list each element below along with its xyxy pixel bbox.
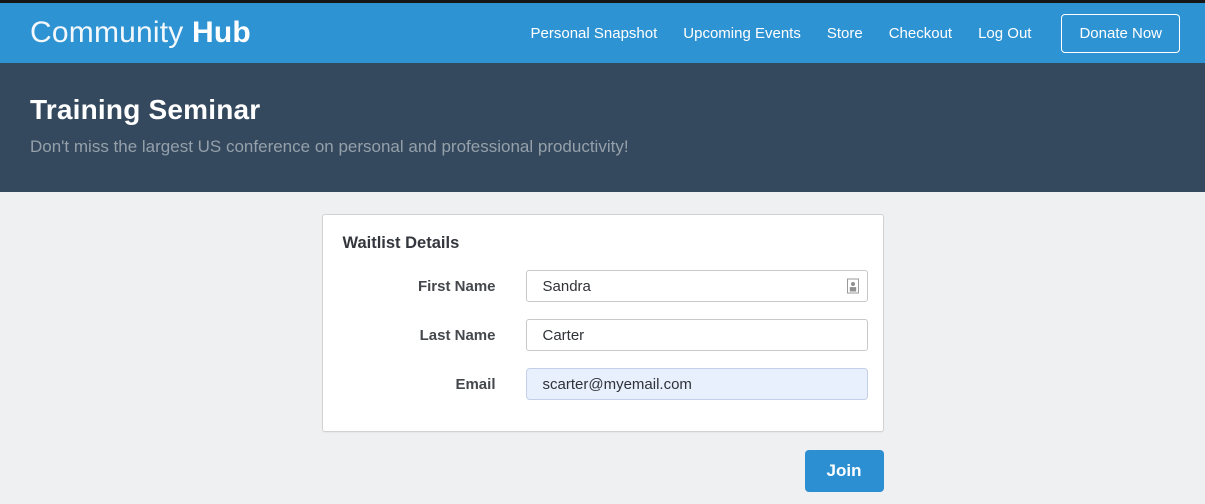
main-content: Waitlist Details First Name Last Name — [0, 192, 1205, 492]
donate-now-button[interactable]: Donate Now — [1061, 14, 1180, 53]
autofill-icon[interactable] — [847, 279, 859, 294]
first-name-label: First Name — [343, 278, 496, 295]
page-title: Training Seminar — [30, 94, 1175, 126]
logo-text-hub: Hub — [192, 16, 251, 49]
form-actions: Join — [322, 450, 884, 492]
nav-checkout[interactable]: Checkout — [889, 25, 952, 42]
form-row-first-name: First Name — [343, 270, 868, 302]
page-subtitle: Don't miss the largest US conference on … — [30, 137, 1175, 157]
card-title: Waitlist Details — [343, 234, 868, 253]
form-row-last-name: Last Name — [343, 319, 868, 351]
email-label: Email — [343, 376, 496, 393]
nav-store[interactable]: Store — [827, 25, 863, 42]
join-button[interactable]: Join — [805, 450, 884, 492]
waitlist-details-card: Waitlist Details First Name Last Name — [322, 214, 884, 432]
hero-banner: Training Seminar Don't miss the largest … — [0, 63, 1205, 192]
app-header: Community Hub Personal Snapshot Upcoming… — [0, 3, 1205, 63]
logo-text-community: Community — [30, 16, 184, 49]
first-name-field[interactable] — [526, 270, 868, 302]
main-nav: Personal Snapshot Upcoming Events Store … — [531, 14, 1180, 53]
app-logo[interactable]: Community Hub — [30, 16, 251, 50]
form-row-email: Email — [343, 368, 868, 400]
last-name-label: Last Name — [343, 327, 496, 344]
nav-upcoming-events[interactable]: Upcoming Events — [683, 25, 801, 42]
nav-log-out[interactable]: Log Out — [978, 25, 1031, 42]
email-field[interactable] — [526, 368, 868, 400]
last-name-field[interactable] — [526, 319, 868, 351]
nav-personal-snapshot[interactable]: Personal Snapshot — [531, 25, 658, 42]
